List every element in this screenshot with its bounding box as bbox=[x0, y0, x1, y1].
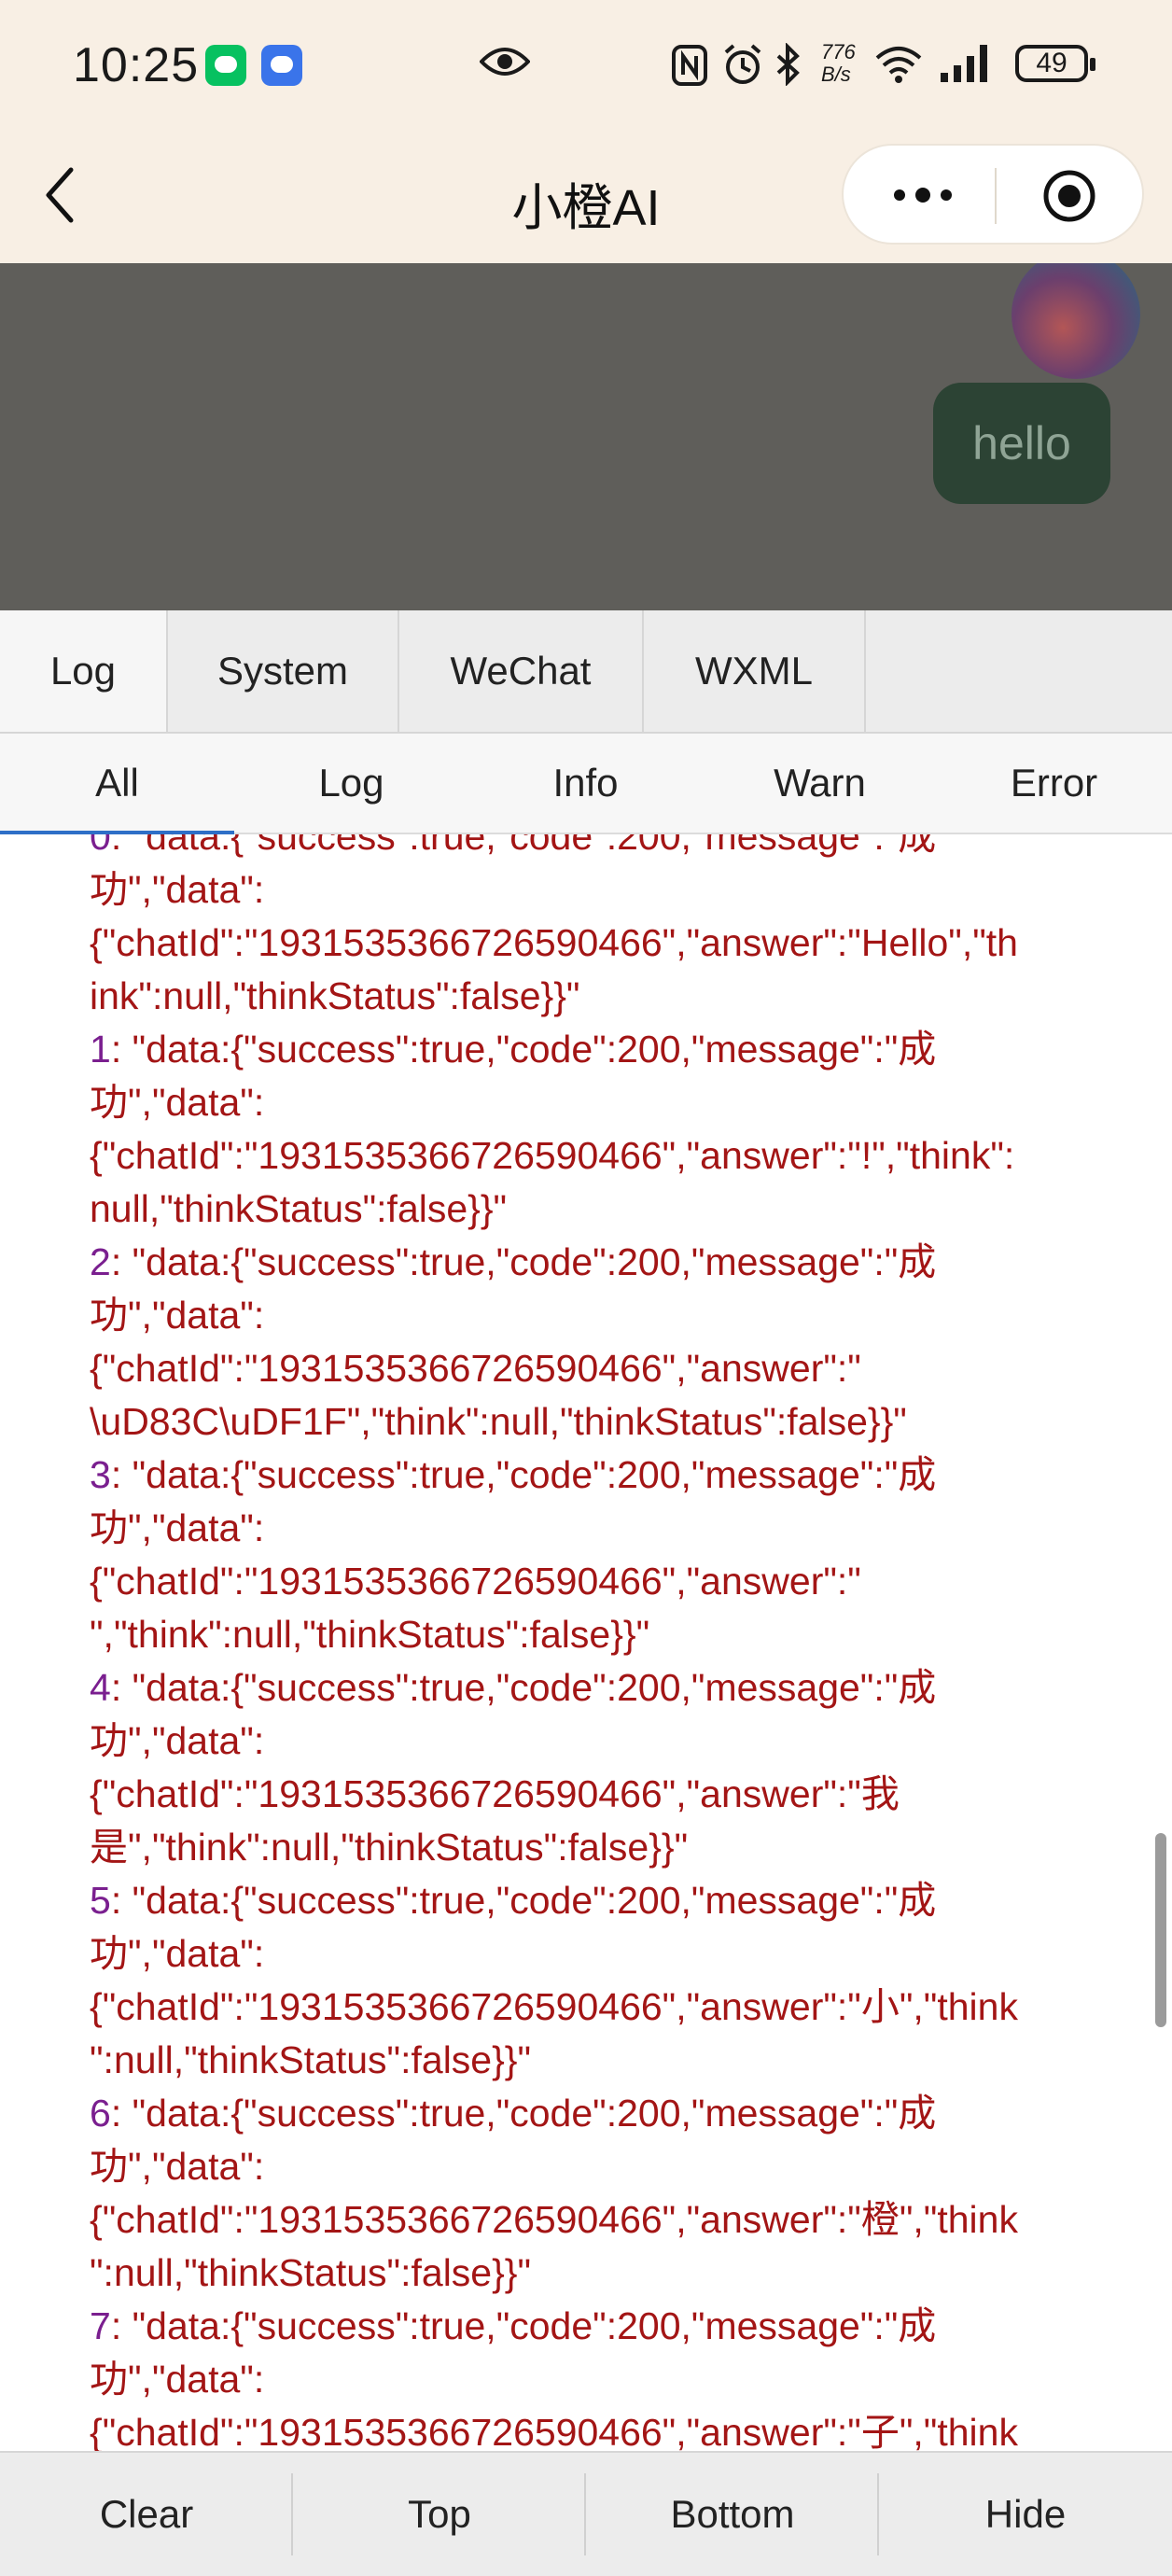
log-line: 功","data": bbox=[90, 1294, 265, 1337]
log-index: 4 bbox=[90, 1666, 111, 1709]
scrollbar[interactable] bbox=[1155, 1833, 1166, 2027]
log-line: 4: "data:{"success":true,"code":200,"mes… bbox=[90, 1666, 937, 1709]
alarm-icon bbox=[724, 44, 761, 84]
tab-wxml[interactable]: WXML bbox=[644, 610, 866, 732]
log-line: {"chatId":"1931535366726590466","answer"… bbox=[90, 1772, 900, 1815]
tab-system[interactable]: System bbox=[168, 610, 399, 732]
log-line: {"chatId":"1931535366726590466","answer"… bbox=[90, 1347, 861, 1390]
tab-wechat[interactable]: WeChat bbox=[399, 610, 644, 732]
log-line: 1: "data:{"success":true,"code":200,"mes… bbox=[90, 1028, 937, 1071]
log-text: "data:{"success":true,"code":200,"messag… bbox=[132, 1240, 937, 1283]
nfc-icon bbox=[672, 45, 707, 86]
system-icons: 776 B/s 49 bbox=[672, 41, 1095, 93]
log-entry: 2: "data:{"success":true,"code":200,"mes… bbox=[90, 1236, 1107, 1449]
log-line: 0: "data:{"success":true,"code":200,"mes… bbox=[90, 834, 1107, 863]
log-line: 功","data": bbox=[90, 1081, 265, 1124]
log-line: {"chatId":"1931535366726590466","answer"… bbox=[90, 1560, 861, 1603]
close-mini-program-icon[interactable] bbox=[1041, 168, 1097, 224]
log-line: 3: "data:{"success":true,"code":200,"mes… bbox=[90, 1453, 937, 1496]
eye-icon bbox=[480, 48, 530, 76]
console-tabs: Log System WeChat WXML bbox=[0, 610, 1172, 734]
log-line: 功","data": bbox=[90, 2358, 265, 2401]
tab-log[interactable]: Log bbox=[0, 610, 168, 732]
console-toolbar: Clear Top Bottom Hide bbox=[0, 2451, 1172, 2576]
log-text: "data:{"success":true,"code":200,"messag… bbox=[132, 2092, 937, 2135]
log-line: 2: "data:{"success":true,"code":200,"mes… bbox=[90, 1240, 937, 1283]
log-entry: 6: "data:{"success":true,"code":200,"mes… bbox=[90, 2087, 1107, 2300]
wechat-icon bbox=[205, 45, 246, 86]
bottom-button[interactable]: Bottom bbox=[586, 2453, 879, 2576]
status-bar: 10:25 776 B/s 49 bbox=[0, 0, 1172, 131]
net-speed-unit: B/s bbox=[821, 63, 851, 86]
log-line: 5: "data:{"success":true,"code":200,"mes… bbox=[90, 1879, 937, 1922]
log-entry: 7: "data:{"success":true,"code":200,"mes… bbox=[90, 2300, 1107, 2451]
status-time: 10:25 bbox=[73, 38, 200, 92]
log-list[interactable]: 0: "data:{"success":true,"code":200,"mes… bbox=[0, 834, 1172, 2451]
log-line: 功","data": bbox=[90, 868, 265, 911]
log-line: 7: "data:{"success":true,"code":200,"mes… bbox=[90, 2304, 937, 2347]
log-line: {"chatId":"1931535366726590466","answer"… bbox=[90, 921, 1018, 964]
capsule-divider bbox=[995, 168, 997, 224]
subtab-all[interactable]: All bbox=[0, 734, 234, 833]
chat-area: hello bbox=[0, 263, 1172, 610]
log-line: 功","data": bbox=[90, 2145, 265, 2188]
log-text: "data:{"success":true,"code":200,"messag… bbox=[132, 834, 937, 858]
log-line: {"chatId":"1931535366726590466","answer"… bbox=[90, 2198, 1018, 2241]
bluetooth-icon bbox=[776, 43, 800, 86]
log-text: "data:{"success":true,"code":200,"messag… bbox=[132, 1879, 937, 1922]
top-button[interactable]: Top bbox=[293, 2453, 586, 2576]
log-line: ","think":null,"thinkStatus":false}}" bbox=[90, 1613, 650, 1656]
net-speed-value: 776 bbox=[821, 40, 856, 63]
log-line: {"chatId":"1931535366726590466","answer"… bbox=[90, 2411, 1018, 2451]
log-entry: 3: "data:{"success":true,"code":200,"mes… bbox=[90, 1449, 1107, 1661]
console-panel: Log System WeChat WXML All Log Info Warn… bbox=[0, 610, 1172, 2576]
log-index: 1 bbox=[90, 1028, 111, 1071]
log-index: 0 bbox=[90, 834, 111, 858]
log-index: 6 bbox=[90, 2092, 111, 2135]
log-line: 6: "data:{"success":true,"code":200,"mes… bbox=[90, 2092, 937, 2135]
log-entry: 0: "data:{"success":true,"code":200,"mes… bbox=[90, 834, 1107, 1023]
log-text: "data:{"success":true,"code":200,"messag… bbox=[132, 2304, 937, 2347]
clear-button[interactable]: Clear bbox=[0, 2453, 293, 2576]
user-message-bubble: hello bbox=[933, 383, 1110, 504]
log-entry: 5: "data:{"success":true,"code":200,"mes… bbox=[90, 1874, 1107, 2087]
subtab-error[interactable]: Error bbox=[937, 734, 1171, 833]
app-icon bbox=[261, 45, 302, 86]
console-subtabs: All Log Info Warn Error bbox=[0, 734, 1172, 834]
log-line: ink":null,"thinkStatus":false}}" bbox=[90, 974, 580, 1017]
subtab-warn[interactable]: Warn bbox=[703, 734, 937, 833]
log-line: 功","data": bbox=[90, 1506, 265, 1549]
log-index: 3 bbox=[90, 1453, 111, 1496]
nav-bar: 小橙AI bbox=[0, 131, 1172, 263]
log-index: 7 bbox=[90, 2304, 111, 2347]
log-line: null,"thinkStatus":false}}" bbox=[90, 1187, 508, 1230]
log-line: 功","data": bbox=[90, 1719, 265, 1762]
log-text: "data:{"success":true,"code":200,"messag… bbox=[132, 1453, 937, 1496]
log-index: 5 bbox=[90, 1879, 111, 1922]
hide-button[interactable]: Hide bbox=[879, 2453, 1172, 2576]
log-entry: 1: "data:{"success":true,"code":200,"mes… bbox=[90, 1023, 1107, 1236]
battery-icon: 49 bbox=[1015, 45, 1095, 82]
subtab-info[interactable]: Info bbox=[468, 734, 703, 833]
log-line: 功","data": bbox=[90, 1932, 265, 1975]
net-speed: 776 B/s bbox=[821, 41, 856, 86]
log-scroll: 0: "data:{"success":true,"code":200,"mes… bbox=[0, 834, 1172, 2451]
subtab-log[interactable]: Log bbox=[234, 734, 468, 833]
log-text: "data:{"success":true,"code":200,"messag… bbox=[132, 1666, 937, 1709]
log-line: {"chatId":"1931535366726590466","answer"… bbox=[90, 1985, 1018, 2028]
log-line: \uD83C\uDF1F","think":null,"thinkStatus"… bbox=[90, 1400, 907, 1443]
log-line: ":null,"thinkStatus":false}}" bbox=[90, 2251, 532, 2294]
log-line: ":null,"thinkStatus":false}}" bbox=[90, 2038, 532, 2081]
avatar bbox=[1012, 263, 1140, 379]
signal-icon bbox=[941, 45, 987, 82]
log-entry: 4: "data:{"success":true,"code":200,"mes… bbox=[90, 1661, 1107, 1874]
log-text: "data:{"success":true,"code":200,"messag… bbox=[132, 1028, 937, 1071]
log-line: {"chatId":"1931535366726590466","answer"… bbox=[90, 1134, 1015, 1177]
wifi-icon bbox=[875, 47, 922, 83]
more-icon[interactable] bbox=[890, 181, 956, 209]
mini-program-capsule bbox=[842, 144, 1144, 245]
log-line: 是","think":null,"thinkStatus":false}}" bbox=[90, 1826, 689, 1869]
log-index: 2 bbox=[90, 1240, 111, 1283]
